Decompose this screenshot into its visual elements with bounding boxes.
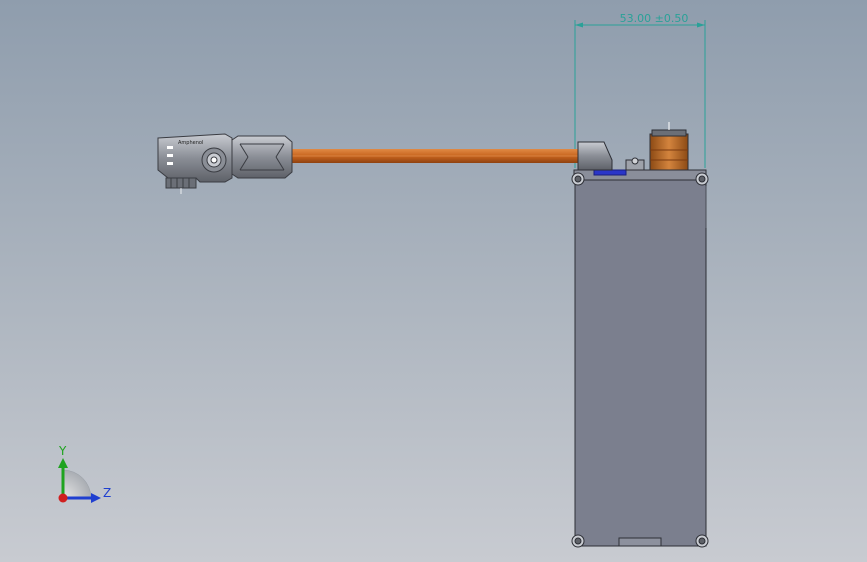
connector-hex-hole [210, 156, 218, 164]
blue-insert [593, 169, 627, 176]
connector-brand-label: Amphenol [178, 140, 203, 146]
y-axis-label: Y [58, 444, 67, 458]
cad-graphics-viewport[interactable]: 53.00 ±0.50 Amphenol Y Z [0, 0, 867, 562]
connector-barrel [231, 135, 293, 179]
cable[interactable] [290, 149, 582, 163]
screw-slot [574, 175, 582, 183]
connector-slot [167, 154, 173, 157]
bottom-slot [618, 537, 662, 547]
z-axis-label: Z [103, 486, 111, 500]
connector-slot [167, 146, 173, 149]
main-housing [574, 179, 707, 547]
dimension-value[interactable]: 53.00 ±0.50 [620, 12, 689, 25]
dimension-arrow-left-icon [575, 22, 583, 28]
connector-slot [167, 162, 173, 165]
connector-assembly[interactable]: Amphenol [157, 133, 293, 194]
mount-screw-icon [631, 157, 639, 165]
z-arrow-head-icon [91, 493, 101, 503]
sensor-body[interactable] [571, 122, 709, 548]
spool-cap [651, 129, 687, 137]
y-arrow-head-icon [58, 458, 68, 468]
triad-arc [62, 469, 92, 499]
reference-triad[interactable]: Y Z [58, 444, 111, 503]
cable-bracket [577, 141, 613, 171]
model-canvas[interactable]: 53.00 ±0.50 Amphenol Y Z [0, 0, 867, 562]
x-axis-origin-icon [58, 493, 68, 503]
copper-spool [649, 133, 689, 171]
screw-slot [698, 175, 706, 183]
screw-slot [574, 537, 582, 545]
screw-slot [698, 537, 706, 545]
dimension-arrow-right-icon [697, 22, 705, 28]
